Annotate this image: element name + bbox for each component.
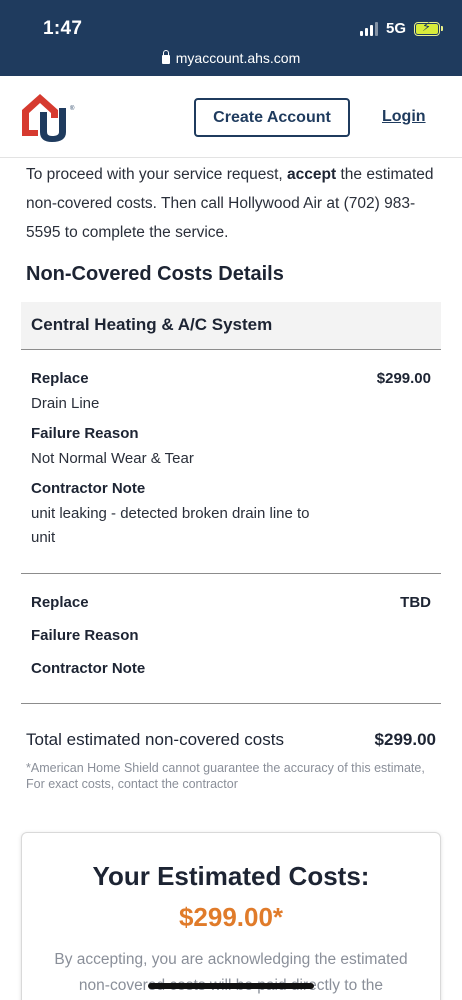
- failure-reason-value: Not Normal Wear & Tear: [31, 450, 194, 467]
- part-name: Drain Line: [31, 395, 100, 412]
- browser-chrome: 1:47 5G ⚡ myaccount.ahs.com: [0, 0, 462, 76]
- action-label: Replace: [31, 594, 89, 611]
- cost-item: Replace TBD Failure Reason Contractor No…: [21, 594, 441, 682]
- total-row: Total estimated non-covered costs $299.0…: [26, 730, 436, 750]
- cost-item: Replace $299.00 Drain Line Failure Reaso…: [21, 370, 441, 560]
- battery-charging-icon: ⚡: [414, 20, 443, 36]
- url-text: myaccount.ahs.com: [175, 50, 301, 66]
- total-label: Total estimated non-covered costs: [26, 730, 284, 749]
- item-price: $299.00: [376, 370, 431, 387]
- total-amount: $299.00: [374, 730, 436, 749]
- lock-icon: [161, 50, 170, 64]
- contractor-note-label: Contractor Note: [31, 660, 146, 677]
- home-indicator[interactable]: [148, 983, 314, 989]
- item-header: Replace $299.00: [31, 370, 431, 392]
- create-account-button[interactable]: Create Account: [194, 98, 350, 137]
- network-type: 5G: [385, 20, 406, 37]
- svg-text:®: ®: [70, 105, 75, 112]
- divider: [21, 703, 441, 704]
- login-link[interactable]: Login: [382, 108, 426, 126]
- disclaimer: *American Home Shield cannot guarantee t…: [26, 761, 425, 791]
- item-price: TBD: [400, 594, 431, 611]
- estimate-text: By accepting, you are acknowledging the …: [54, 951, 408, 994]
- signal-icon: [359, 21, 378, 36]
- site-header: ® Create Account Login: [0, 76, 462, 158]
- url-bar[interactable]: myaccount.ahs.com: [0, 50, 462, 66]
- contractor-note-label: Contractor Note: [31, 480, 146, 497]
- divider: [21, 573, 441, 574]
- contractor-note-value: unit leaking - detected broken drain lin…: [31, 505, 310, 546]
- item-header: Replace TBD: [31, 594, 431, 616]
- estimate-card: Your Estimated Costs: $299.00* By accept…: [21, 832, 441, 1000]
- system-header: Central Heating & A/C System: [21, 302, 441, 350]
- intro-part1: To proceed with your service request,: [26, 166, 288, 183]
- failure-reason-label: Failure Reason: [31, 627, 139, 644]
- failure-reason-label: Failure Reason: [31, 425, 139, 442]
- estimate-amount: $299.00*: [178, 902, 284, 932]
- estimate-title: Your Estimated Costs:: [92, 861, 370, 891]
- status-indicators: 5G ⚡: [359, 20, 443, 37]
- ahs-logo[interactable]: ®: [18, 88, 78, 146]
- section-title: Non-Covered Costs Details: [26, 263, 284, 285]
- action-label: Replace: [31, 370, 89, 387]
- intro-bold: accept: [287, 166, 337, 183]
- status-time: 1:47: [43, 18, 83, 39]
- intro-text: To proceed with your service request, ac…: [26, 160, 436, 247]
